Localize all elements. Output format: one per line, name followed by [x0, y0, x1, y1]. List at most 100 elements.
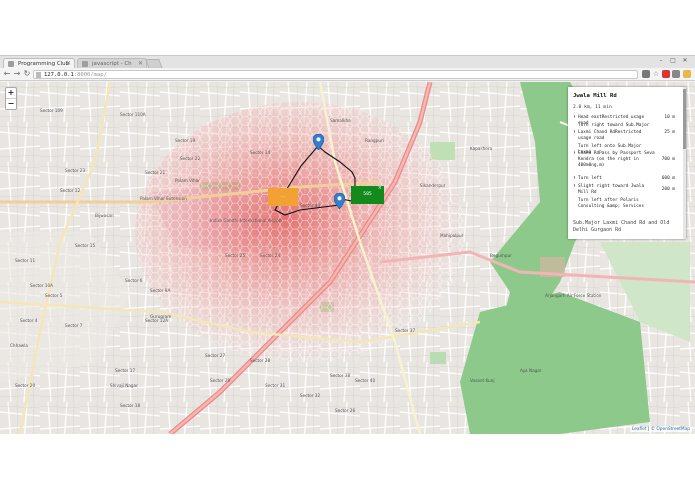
map-place-label: Sector 18 [120, 403, 140, 408]
map-place-label: Sector 27 [205, 353, 225, 358]
map-place-label: Sikanderpur [420, 183, 446, 188]
map-place-label: Arjangarh Air Force Station [545, 293, 602, 298]
map-place-label: Palam Vihar [175, 178, 200, 183]
map-place-label: Kapashera [470, 146, 493, 151]
direction-arrow-icon: ⬆ [573, 130, 576, 135]
map-place-label: Sector 10A [30, 283, 53, 288]
step-text: Turn left after Polaris Consulting &amp;… [578, 198, 645, 209]
directions-title: Jwala Mill Rd [573, 93, 617, 99]
direction-arrow-icon: ⬆ [573, 115, 576, 120]
map-place-label: Indira Gandhi International Airport [210, 218, 282, 223]
step-distance: 10 m [664, 115, 675, 120]
map-place-label: Sector 6 [125, 278, 143, 283]
map-place-label: Sector 7 [65, 323, 83, 328]
menu-icon[interactable] [683, 70, 691, 78]
map-place-label: Sector 37 [395, 328, 415, 333]
map-view[interactable]: Sector 110A Sector 109 Sector 23 Sector 22 S… [0, 82, 695, 434]
favicon-icon [82, 61, 88, 67]
step-text: Laxmi Chand RdRestricted usage road [578, 130, 642, 141]
tab-title: Programming Club [18, 61, 70, 67]
map-place-label: Rangpuri [365, 138, 384, 143]
map-place-label: Sector 38 [330, 373, 350, 378]
close-icon[interactable]: × [378, 179, 382, 197]
zoom-control: + − [5, 87, 17, 110]
step-distance: 25 m [664, 130, 675, 135]
map-place-label: Sector 17 [115, 368, 135, 373]
direction-step[interactable]: ⬆ Slight right toward Jwala Mill Rd 200 … [573, 184, 675, 196]
map-place-label: Sector 32 [300, 393, 320, 398]
map-place-label: Vasant Kunj [470, 378, 495, 383]
orange-popup-text: ... [280, 194, 286, 199]
direction-step[interactable]: ⬆ Head eastRestricted usage road 10 m [573, 115, 675, 126]
step-text: Turn right toward Sub.Major [578, 123, 650, 128]
favicon-icon [8, 61, 14, 67]
step-text: Slight right toward Jwala Mill Rd [578, 184, 645, 195]
close-window-icon[interactable]: ✕ [681, 56, 689, 66]
map-place-label: Sector 29 [210, 378, 230, 383]
back-arrow-icon[interactable]: ← [2, 69, 12, 79]
map-place-label: Sector 21 [145, 170, 165, 175]
tab-title: javascript - Ch [92, 61, 132, 67]
page-icon [36, 72, 41, 78]
directions-destination: Sub.Major Laxmi Chand Rd and Old Delhi G… [573, 220, 670, 233]
direction-step[interactable]: Turn left onto Sub.Major Laxmi [573, 144, 675, 155]
map-place-label: Gurugram [150, 314, 171, 319]
browser-toolbar: ← → ↻ 127.0.0.1:8000/map/ ☆ [0, 68, 695, 81]
extension-icon[interactable] [662, 70, 670, 78]
green-popup[interactable]: × 585 [351, 185, 384, 204]
direction-step[interactable]: Turn left after Polaris Consulting &amp;… [573, 198, 675, 210]
step-distance: 200 m [661, 187, 675, 192]
map-marker-icon[interactable] [313, 134, 324, 150]
directions-summary: 2.8 km, 11 min [573, 105, 612, 110]
direction-arrow-icon: ⬆ [573, 176, 576, 181]
direction-step[interactable]: ⬆ Turn left 600 m [573, 176, 675, 182]
forward-arrow-icon[interactable]: → [12, 69, 22, 79]
tab-javascript[interactable]: javascript - Ch ✕ [77, 58, 147, 68]
map-place-label: Sector 4 [20, 318, 38, 323]
step-distance: 600 m [661, 176, 675, 181]
map-place-label: Sector 110A [120, 112, 146, 117]
extension-icon[interactable] [642, 70, 650, 78]
map-place-label: Chhawla [10, 343, 28, 348]
map-place-label: Sector 44 [300, 203, 320, 208]
attribution-separator: | [647, 427, 650, 432]
leaflet-link[interactable]: Leaflet [632, 427, 647, 432]
bookmark-star-icon[interactable]: ☆ [652, 70, 660, 78]
address-bar[interactable]: 127.0.0.1:8000/map/ [33, 70, 638, 79]
osm-link[interactable]: © OpenStreetMap [651, 427, 690, 432]
minimize-icon[interactable]: – [657, 56, 665, 66]
map-place-label: Sector 11 [15, 258, 35, 263]
scrollbar-thumb[interactable] [683, 89, 686, 149]
panel-scrollbar[interactable] [683, 87, 686, 239]
map-place-label: Sector 22 [180, 156, 200, 161]
map-marker-icon[interactable] [334, 193, 345, 209]
map-place-label: Sector 9A [150, 288, 170, 293]
map-place-label: Sector 5 [45, 293, 63, 298]
direction-arrow-icon: ⬆ [573, 151, 576, 156]
zoom-in-button[interactable]: + [6, 88, 16, 98]
direction-step[interactable]: Turn right toward Sub.Major [573, 123, 675, 129]
map-place-label: Sector 26 [335, 408, 355, 413]
map-place-label: Sector 31 [265, 383, 285, 388]
address-path: :8000/map/ [73, 72, 107, 78]
map-place-label: Sector 25 [225, 253, 245, 258]
address-host: 127.0.0.1 [44, 72, 74, 78]
map-place-label: Bijwasan [95, 213, 114, 218]
browser-window: Programming Club ✕ javascript - Ch ✕ – □… [0, 55, 695, 434]
maximize-icon[interactable]: □ [669, 56, 677, 66]
map-place-label: Sector 28 [250, 358, 270, 363]
orange-popup[interactable]: ... [268, 188, 298, 206]
directions-panel: Jwala Mill Rd 2.8 km, 11 min ⬆ Head east… [568, 87, 686, 239]
map-place-label: Sector 14 [250, 150, 270, 155]
tab-bar: Programming Club ✕ javascript - Ch ✕ – □… [0, 56, 695, 69]
zoom-out-button[interactable]: − [6, 98, 16, 109]
reload-icon[interactable]: ↻ [22, 69, 32, 79]
extension-icon[interactable] [672, 70, 680, 78]
close-tab-icon[interactable]: ✕ [66, 59, 71, 68]
close-tab-icon[interactable]: ✕ [138, 59, 143, 68]
map-place-label: Sector 24 [260, 253, 280, 258]
direction-step[interactable]: ⬆ Laxmi Chand RdRestricted usage road 25… [573, 130, 675, 142]
map-place-label: Sector 19 [175, 138, 195, 143]
direction-step[interactable]: ⬆ Chand RdPass by Passport Seva Kendra (… [573, 151, 675, 169]
tab-programming-club[interactable]: Programming Club ✕ [3, 58, 75, 68]
